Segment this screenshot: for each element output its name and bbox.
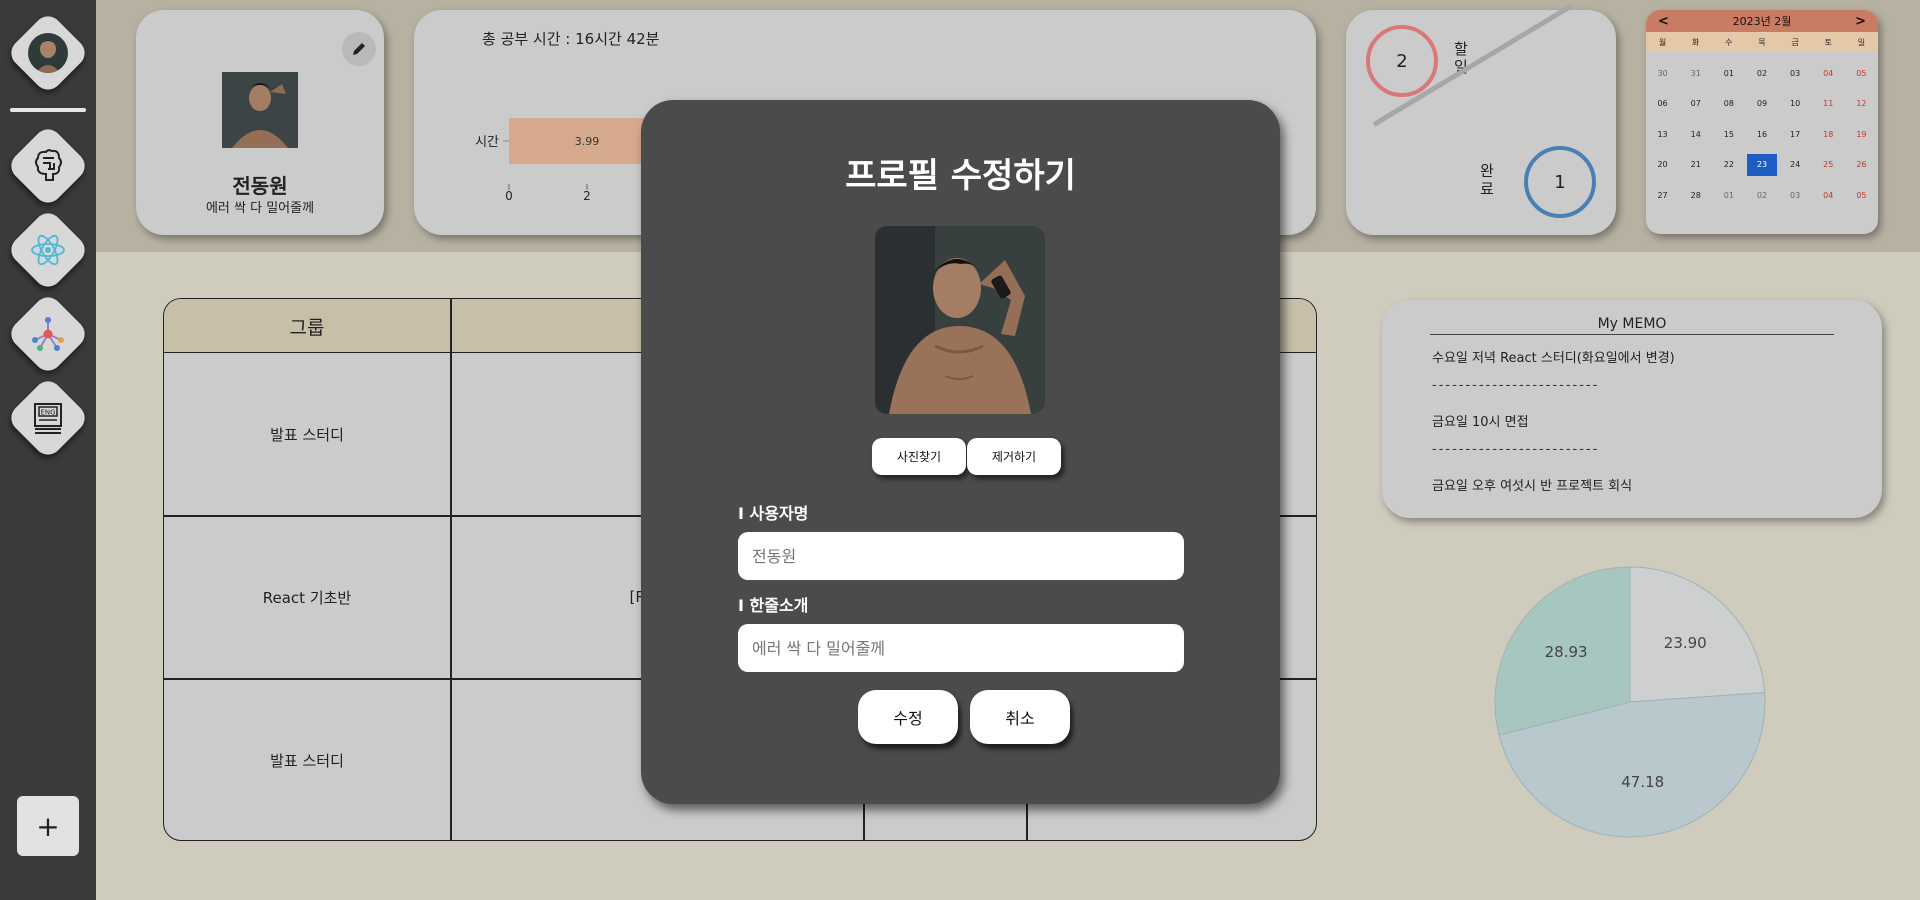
username-input[interactable] xyxy=(738,532,1184,580)
edit-profile-modal: 프로필 수정하기 사진찾기 제거하기 I 사용자명 I 한줄소개 수정 취소 xyxy=(641,100,1280,804)
remove-photo-button[interactable]: 제거하기 xyxy=(967,438,1061,475)
find-photo-button[interactable]: 사진찾기 xyxy=(872,438,966,475)
modal-profile-photo xyxy=(875,226,1045,414)
intro-label: I 한줄소개 xyxy=(738,596,809,615)
cancel-button[interactable]: 취소 xyxy=(970,690,1070,744)
intro-input[interactable] xyxy=(738,624,1184,672)
username-label: I 사용자명 xyxy=(738,504,809,523)
submit-button[interactable]: 수정 xyxy=(858,690,958,744)
modal-title: 프로필 수정하기 xyxy=(845,156,1076,196)
